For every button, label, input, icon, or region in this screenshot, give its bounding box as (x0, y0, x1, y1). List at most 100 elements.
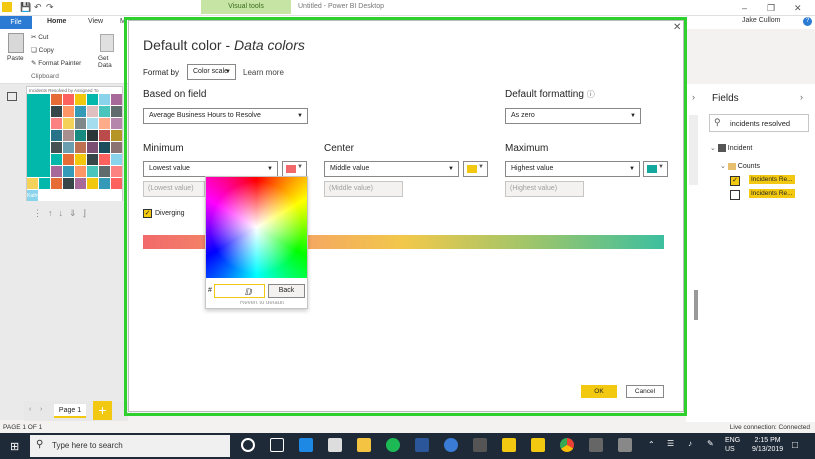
app-icon[interactable] (589, 438, 603, 452)
treemap-cell[interactable] (27, 94, 50, 177)
cut-button[interactable]: ✂ Cut (31, 33, 48, 41)
maximum-value-input[interactable]: (Highest value) (505, 181, 584, 197)
treemap-cell[interactable] (87, 130, 98, 141)
add-page-button[interactable]: + (93, 401, 112, 420)
treemap-cell[interactable] (111, 142, 122, 153)
drill-icons[interactable]: ⋮↑↓⇓⌋ (33, 208, 92, 219)
treemap-cell[interactable] (99, 130, 110, 141)
treemap-cell[interactable] (111, 106, 122, 117)
treemap-cell[interactable] (51, 94, 62, 105)
treemap-cell[interactable] (75, 142, 86, 153)
powerbi-taskbar-icon[interactable] (502, 438, 516, 452)
treemap-cell[interactable] (87, 178, 98, 189)
treemap-cell[interactable] (63, 166, 74, 177)
hex-color-input[interactable] (214, 284, 265, 298)
cortana-icon[interactable] (241, 438, 255, 452)
close-window-icon[interactable]: ✕ (794, 3, 802, 14)
treemap-cell[interactable] (99, 118, 110, 129)
treemap-cell[interactable] (87, 154, 98, 165)
treemap-cell[interactable] (51, 118, 62, 129)
treemap-cell[interactable] (63, 154, 74, 165)
get-data-button[interactable]: Get Data (98, 55, 120, 69)
edge-icon[interactable] (299, 438, 313, 452)
undo-icon[interactable]: ↶ (34, 2, 42, 13)
incident-table-item[interactable]: ⌄ Incident (710, 144, 752, 153)
treemap-cell[interactable] (99, 142, 110, 153)
tab-file[interactable]: File (0, 16, 32, 29)
center-select[interactable]: Middle value ▼ (324, 161, 459, 177)
notifications-icon[interactable]: □ (792, 440, 798, 451)
treemap-cell[interactable] (75, 118, 86, 129)
treemap-cell[interactable] (75, 106, 86, 117)
info-icon[interactable]: ⓘ (587, 90, 595, 99)
field-checkbox[interactable] (730, 190, 740, 200)
treemap-cell[interactable] (87, 166, 98, 177)
minimum-select[interactable]: Lowest value ▼ (143, 161, 278, 177)
fields-search-input[interactable]: ⚲ incidents resolved (709, 114, 809, 132)
center-color-picker[interactable]: ▼ (463, 161, 488, 177)
treemap-cell[interactable] (39, 178, 50, 189)
treemap-cell[interactable] (51, 178, 62, 189)
treemap-cell[interactable] (63, 94, 74, 105)
report-view-icon[interactable] (7, 92, 17, 101)
treemap-cell[interactable] (111, 130, 122, 141)
paste-icon[interactable] (8, 33, 24, 53)
treemap-cell[interactable] (63, 106, 74, 117)
treemap-cell[interactable] (99, 154, 110, 165)
treemap-cell[interactable] (99, 106, 110, 117)
based-on-field-select[interactable]: Average Business Hours to Resolve ▼ (143, 108, 308, 124)
treemap-cell[interactable] (63, 130, 74, 141)
file-explorer-icon[interactable] (357, 438, 371, 452)
treemap-cell[interactable] (99, 178, 110, 189)
help-icon[interactable]: ? (803, 17, 812, 26)
next-page-icon[interactable]: › (40, 406, 42, 413)
treemap-cell[interactable] (51, 154, 62, 165)
powerbi-taskbar-icon-2[interactable] (531, 438, 545, 452)
treemap-cell[interactable] (87, 142, 98, 153)
treemap-cell[interactable] (75, 166, 86, 177)
treemap-cell[interactable] (51, 106, 62, 117)
field-incidents-resolved-2[interactable]: Incidents Re... (749, 189, 795, 198)
copy-button[interactable]: ❏ Copy (31, 46, 54, 54)
pen-icon[interactable]: ✎ (707, 439, 714, 448)
treemap-cell[interactable] (51, 166, 62, 177)
learn-more-link[interactable]: Learn more (243, 68, 284, 77)
minimum-value-input[interactable]: (Lowest value) (143, 181, 205, 197)
collapse-fields-icon[interactable]: › (800, 92, 803, 102)
redo-icon[interactable]: ↷ (46, 2, 54, 13)
minimum-color-picker[interactable]: ▼ (282, 161, 307, 177)
treemap-cell[interactable] (111, 166, 122, 177)
revert-to-default-link[interactable]: Revert to default (240, 301, 284, 307)
treemap-cell[interactable] (111, 94, 122, 105)
prev-page-icon[interactable]: ‹ (29, 406, 31, 413)
visual-tools-tab[interactable]: Visual tools (201, 0, 291, 14)
volume-icon[interactable]: ♪ (688, 439, 692, 448)
dialog-close-icon[interactable]: ✕ (673, 22, 681, 33)
tab-view[interactable]: View (88, 18, 103, 25)
network-icon[interactable]: ☰ (667, 439, 674, 448)
treemap-cell[interactable] (63, 178, 74, 189)
treemap-cell[interactable] (51, 130, 62, 141)
tab-home[interactable]: Home (47, 18, 66, 25)
ok-button[interactable]: OK (581, 385, 617, 398)
diverging-checkbox[interactable]: ✓ (143, 209, 152, 218)
tab-modeling[interactable]: M (120, 18, 126, 25)
color-spectrum[interactable] (206, 177, 307, 278)
treemap-cell[interactable] (87, 94, 98, 105)
treemap-cell[interactable] (87, 106, 98, 117)
default-formatting-select[interactable]: As zero ▼ (505, 108, 641, 124)
treemap-cell[interactable] (27, 178, 38, 189)
collapse-visualizations-icon[interactable]: › (692, 92, 695, 102)
spotify-icon[interactable] (386, 438, 400, 452)
windows-start-icon[interactable]: ⊞ (10, 440, 19, 453)
scrollbar[interactable] (694, 290, 698, 320)
treemap-cell[interactable] (75, 154, 86, 165)
treemap-cells[interactable] (27, 94, 122, 201)
field-incidents-resolved-1[interactable]: Incidents Re... (749, 175, 795, 184)
center-value-input[interactable]: (Middle value) (324, 181, 403, 197)
tray-chevron-icon[interactable]: ⌃ (648, 440, 655, 449)
treemap-cell[interactable] (111, 154, 122, 165)
cancel-button[interactable]: Cancel (626, 385, 664, 398)
treemap-cell[interactable] (51, 142, 62, 153)
treemap-cell[interactable] (111, 178, 122, 189)
